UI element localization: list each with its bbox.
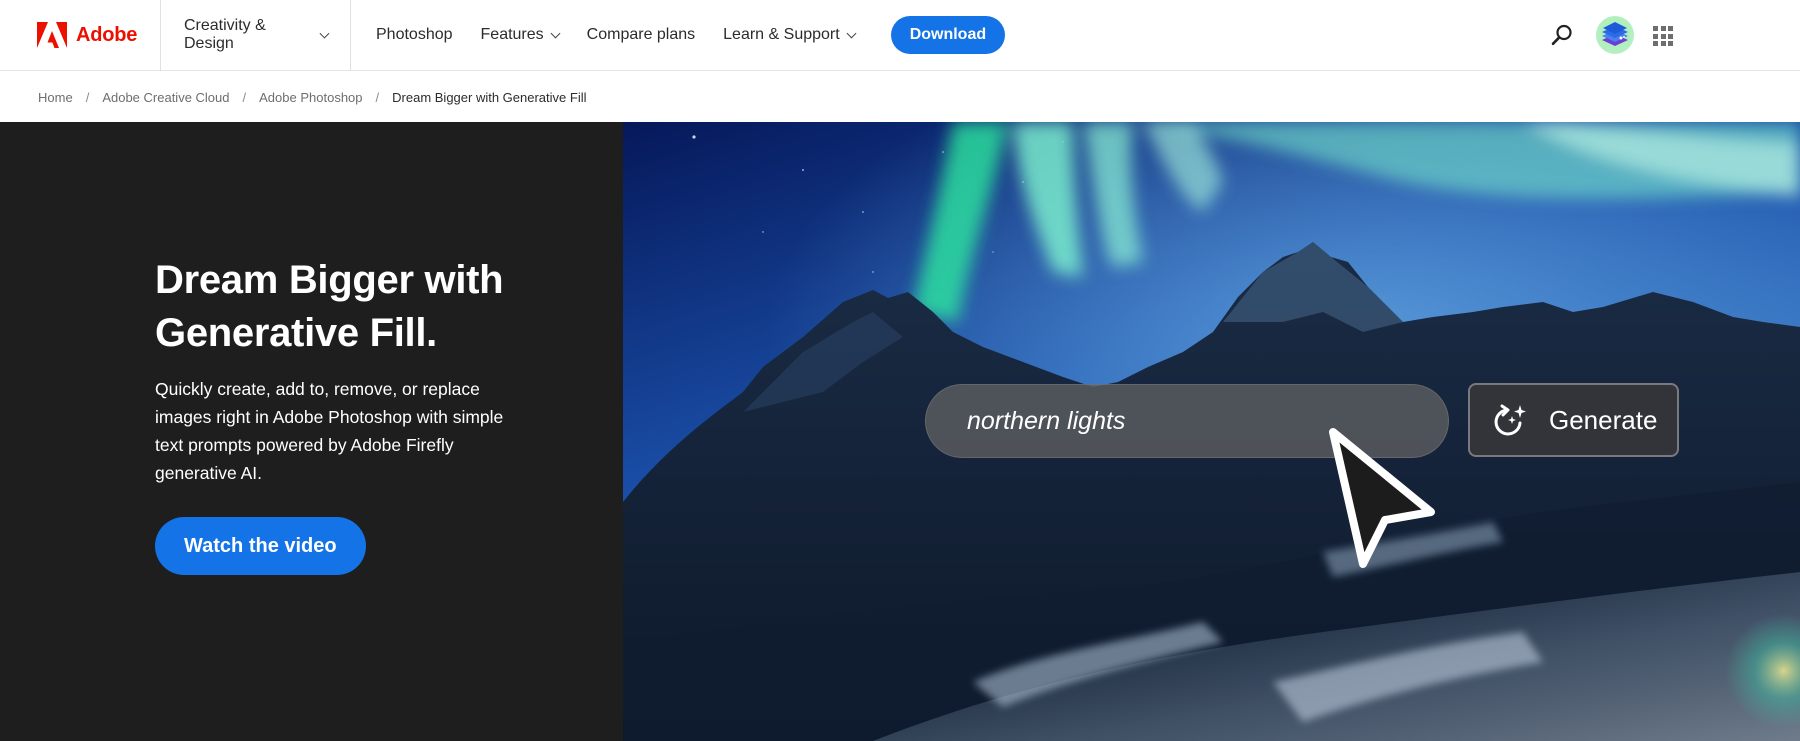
hero-description: Quickly create, add to, remove, or repla… [155,379,504,483]
avatar-image [1602,22,1628,46]
generate-sparkle-icon [1494,404,1526,436]
generate-label: Generate [1549,404,1658,435]
nav-creativity-design[interactable]: Creativity & Design [161,0,351,71]
nav-item-label: Photoshop [376,26,453,43]
nav-item-compare-plans[interactable]: Compare plans [587,26,696,44]
breadcrumb: Home / Adobe Creative Cloud / Adobe Phot… [0,72,1800,122]
breadcrumb-separator: / [242,89,247,105]
chevron-down-icon [319,28,330,38]
hero-section: Dream Bigger with Generative Fill. Quick… [0,122,1800,741]
hero-title-line-1: Dream Bigger with [155,258,504,302]
adobe-logo-icon [37,22,67,48]
global-nav: Adobe Creativity & Design Photoshop Feat… [0,0,1800,71]
nav-item-label: Learn & Support [723,26,840,43]
generate-button: Generate [1468,383,1679,457]
hero-title-line-2: Generative Fill. [155,311,437,355]
nav-item-label: Compare plans [586,26,696,43]
apps-grid-icon[interactable] [1653,26,1673,46]
prompt-input: northern lights [925,384,1449,458]
nav-item-learn-support[interactable]: Learn & Support [723,26,857,44]
hero-title: Dream Bigger with Generative Fill. [155,254,575,360]
hero-image: northern lights Generate [623,122,1800,741]
adobe-logo-text: Adobe [76,23,138,46]
product-nav: Photoshop Features Compare plans Learn &… [351,0,1006,71]
watch-video-button[interactable]: Watch the video [155,517,366,575]
breadcrumb-creative-cloud[interactable]: Adobe Creative Cloud [102,90,229,105]
hero-text-panel: Dream Bigger with Generative Fill. Quick… [0,122,623,741]
nav-item-photoshop[interactable]: Photoshop [376,26,453,44]
breadcrumb-current: Dream Bigger with Generative Fill [392,89,587,105]
chevron-down-icon [846,28,857,38]
nav-item-label: Features [480,26,544,43]
adobe-logo-link[interactable]: Adobe [0,0,161,71]
breadcrumb-photoshop[interactable]: Adobe Photoshop [259,90,362,105]
breadcrumb-separator: / [85,89,90,105]
download-button[interactable]: Download [890,16,1006,54]
nav-item-features[interactable]: Features [480,26,561,44]
breadcrumb-separator: / [375,89,380,105]
user-avatar[interactable] [1596,16,1634,54]
nav-creativity-design-label: Creativity & Design [184,17,266,52]
chevron-down-icon [550,28,561,38]
search-icon[interactable] [1550,23,1574,47]
breadcrumb-home[interactable]: Home [38,90,73,105]
